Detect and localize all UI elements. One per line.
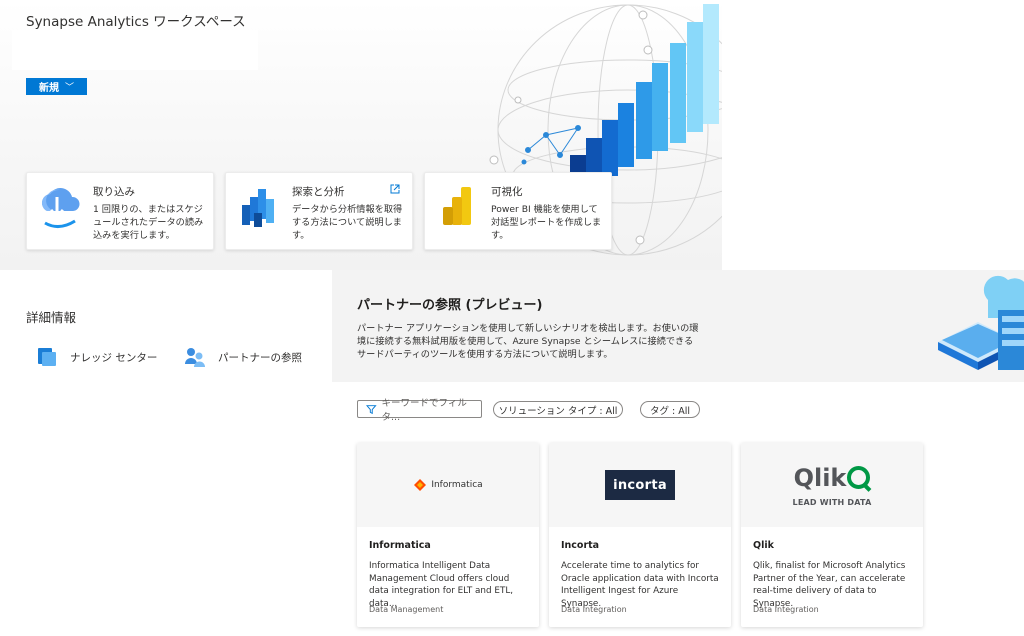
chevron-down-icon: ﹀: [64, 82, 74, 92]
qlik-logo-area: Qlik LEAD WITH DATA: [741, 443, 923, 527]
explore-card-description: データから分析情報を取得する方法について説明します。: [292, 204, 403, 241]
informatica-logo-text: Informatica: [431, 480, 483, 490]
partner-card-informatica[interactable]: Informatica Informatica Informatica Inte…: [357, 443, 539, 627]
new-button-label: 新規: [38, 83, 59, 94]
partner-category: Data Integration: [561, 605, 627, 614]
partners-icon: [185, 348, 205, 367]
incorta-logo: incorta: [605, 470, 675, 500]
partner-card-incorta[interactable]: incorta Incorta Accelerate time to analy…: [549, 443, 731, 627]
ingest-card-description: 1 回限りの、またはスケジュールされたデータの読み込みを実行します。: [93, 204, 204, 241]
partner-name: Incorta: [561, 540, 600, 551]
learn-more-title: 詳細情報: [26, 310, 77, 325]
partner-section-title: パートナーの参照 (プレビュー): [357, 298, 543, 313]
solution-type-filter[interactable]: ソリューション タイプ : All: [493, 401, 623, 418]
partner-card-qlik[interactable]: Qlik LEAD WITH DATA Qlik Qlik, finalist …: [741, 443, 923, 627]
qlik-logo-text: Qlik: [793, 463, 847, 492]
explore-analyze-card[interactable]: 探索と分析 データから分析情報を取得する方法について説明します。: [225, 172, 413, 250]
partner-name: Qlik: [753, 540, 774, 551]
browse-partners-label: パートナーの参照: [218, 351, 302, 364]
informatica-logo-area: Informatica: [357, 443, 539, 527]
new-button[interactable]: 新規 ﹀: [26, 78, 87, 95]
visualize-card-title: 可視化: [491, 186, 523, 198]
ingest-card-title: 取り込み: [93, 186, 135, 198]
hero-banner: Synapse Analytics ワークスペース 新規 ﹀ 取り込み 1 回限…: [0, 0, 722, 270]
partner-description: Informatica Intelligent Data Management …: [369, 561, 514, 609]
visualize-card-description: Power BI 機能を使用して対話型レポートを作成します。: [491, 204, 602, 241]
informatica-diamond-icon: [414, 479, 427, 491]
knowledge-center-label: ナレッジ センター: [70, 351, 158, 364]
partner-cloud-illustration: [938, 275, 1024, 370]
external-link-icon[interactable]: [390, 184, 400, 194]
partner-description: Qlik, finalist for Microsoft Analytics P…: [753, 561, 906, 609]
tag-filter[interactable]: タグ : All: [640, 401, 700, 418]
visualize-card[interactable]: 可視化 Power BI 機能を使用して対話型レポートを作成します。: [424, 172, 612, 250]
qlik-logo: Qlik LEAD WITH DATA: [793, 464, 872, 507]
power-bi-icon: [443, 187, 471, 225]
knowledge-center-link[interactable]: ナレッジ センター: [36, 346, 157, 368]
filter-icon: [366, 404, 377, 414]
knowledge-center-icon: [38, 348, 56, 366]
ingest-card[interactable]: 取り込み 1 回限りの、またはスケジュールされたデータの読み込みを実行します。: [26, 172, 214, 250]
keyword-filter-placeholder: キーワードでフィルタ...: [381, 398, 467, 423]
cloud-ingest-icon: [42, 188, 80, 228]
partner-section-description: パートナー アプリケーションを使用して新しいシナリオを検出します。お使いの環境に…: [357, 323, 699, 360]
workspace-subtitle-box: [12, 30, 258, 70]
partner-name: Informatica: [369, 540, 431, 551]
qlik-logo-tagline: LEAD WITH DATA: [792, 497, 872, 507]
browse-partners-link[interactable]: パートナーの参照: [184, 346, 302, 368]
workspace-title: Synapse Analytics ワークスペース: [26, 14, 246, 30]
partner-description: Accelerate time to analytics for Oracle …: [561, 561, 719, 609]
incorta-logo-area: incorta: [549, 443, 731, 527]
keyword-filter-input[interactable]: キーワードでフィルタ...: [357, 398, 482, 423]
partner-category: Data Management: [369, 605, 444, 614]
qlik-q-icon: [847, 466, 871, 489]
explore-card-title: 探索と分析: [292, 186, 345, 198]
data-bars-icon: [242, 189, 274, 227]
informatica-logo: Informatica: [413, 478, 483, 492]
partner-banner: パートナーの参照 (プレビュー) パートナー アプリケーションを使用して新しいシ…: [332, 270, 1024, 382]
partner-category: Data Integration: [753, 605, 819, 614]
